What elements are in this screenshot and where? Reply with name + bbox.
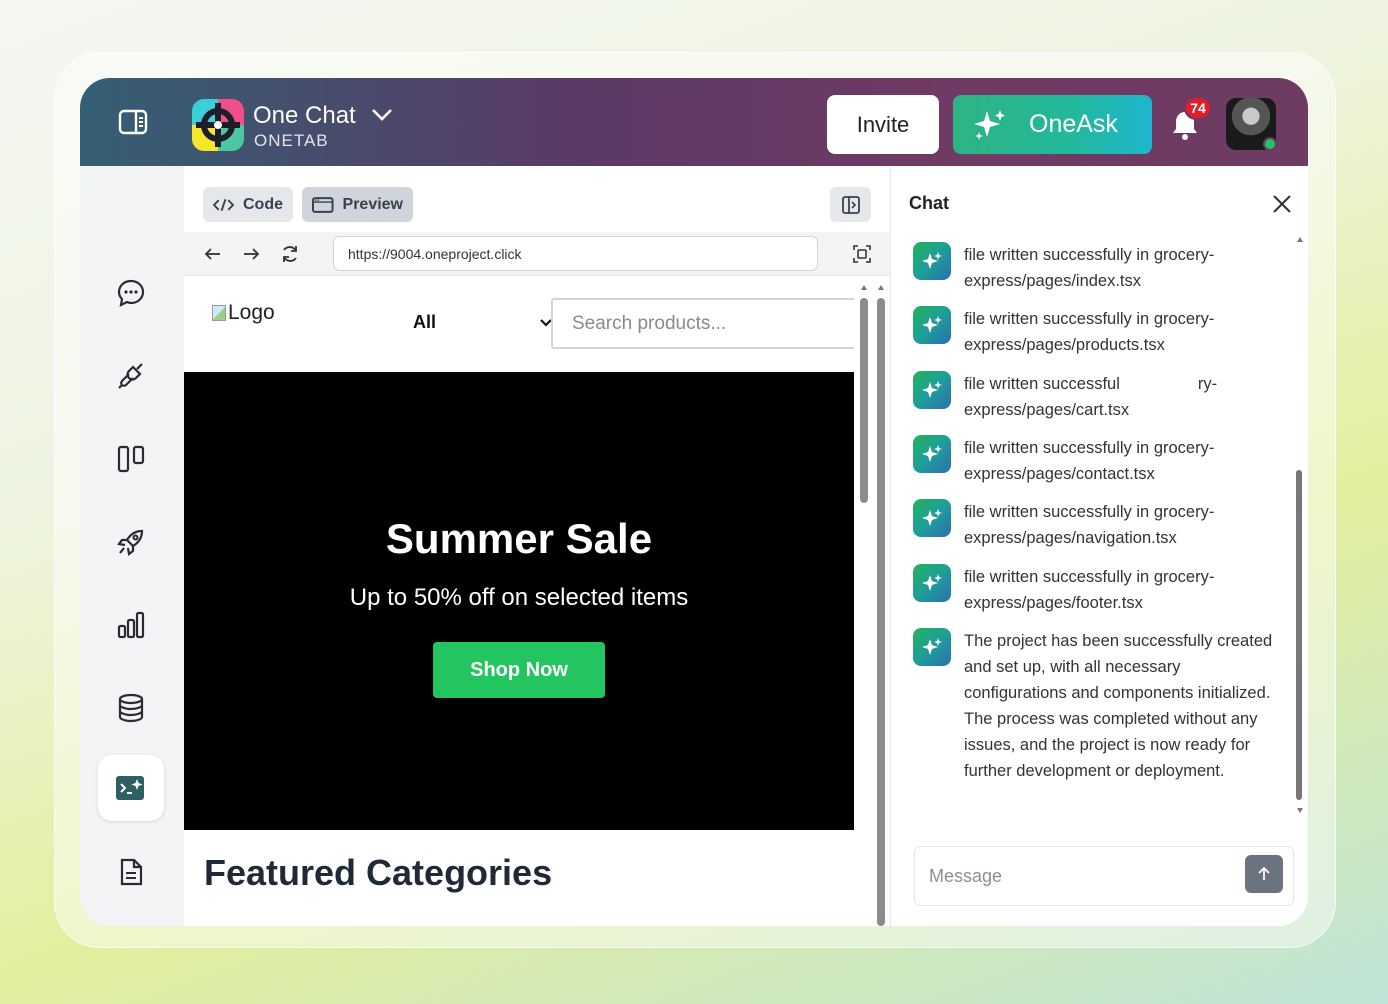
onetab-logo [192,99,244,151]
browser-bar: https://9004.oneproject.click [184,232,890,276]
chat-message: file written successfully in grocery-exp… [913,564,1283,616]
sidebar-item-chat[interactable] [98,260,164,326]
url-input[interactable]: https://9004.oneproject.click [333,236,818,271]
bar-chart-icon [117,611,145,639]
chat-message-text: file written successfully in grocery-exp… [964,310,1215,354]
chat-message-text: file written successfully in grocery-exp… [964,439,1215,483]
sparkle-icon [974,109,1005,140]
chat-message-list: file written successfully in grocery-exp… [891,230,1296,820]
chat-panel: Chat file written successfully in grocer… [891,166,1308,926]
category-select-value: All [413,312,437,332]
tab-preview-label: Preview [342,195,403,213]
sidebar [80,166,183,926]
capture-icon[interactable] [852,244,872,264]
chat-scrollbar[interactable] [1293,230,1307,820]
preview-inner-scrollbar[interactable] [857,276,871,926]
ai-sparkle-icon [913,628,951,666]
chat-message-text: The project has been successfully create… [964,632,1273,780]
hero-title: Summer Sale [385,515,653,562]
panel-toggle-icon[interactable] [118,108,152,138]
code-sparkle-icon [116,776,144,800]
invite-button[interactable]: Invite [827,95,939,154]
chat-message-text: file written successfully in grocery-exp… [964,568,1215,612]
oneask-label: OneAsk [1029,110,1118,138]
tab-code[interactable]: Code [203,187,293,222]
sidebar-item-launch[interactable] [98,509,164,575]
notification-badge: 74 [1184,96,1212,120]
back-arrow-icon[interactable] [203,244,223,264]
chevron-down-icon[interactable] [370,105,394,125]
site-preview: Logo All Search products... Summer Sale … [184,276,854,926]
chat-message-text: file written successfully in grocery-exp… [964,503,1215,547]
close-icon[interactable] [1271,193,1293,215]
ai-sparkle-icon [913,306,951,344]
message-input[interactable]: Message [914,846,1294,906]
tab-code-label: Code [243,195,283,213]
category-select[interactable]: All [413,312,553,333]
hero-banner: Summer Sale Up to 50% off on selected it… [184,372,854,830]
send-button[interactable] [1245,855,1283,893]
rocket-icon [117,529,144,556]
chat-message: file written successfully in grocery-exp… [913,435,1283,487]
ai-sparkle-icon [913,435,951,473]
refresh-icon[interactable] [280,244,300,264]
preview-panel: Code Preview https://9004.oneproject.cli… [184,166,890,926]
tab-preview[interactable]: Preview [302,187,413,222]
chat-message: The project has been successfully create… [913,628,1283,784]
preview-outer-scrollbar[interactable] [874,276,888,926]
top-bar: One Chat ONETAB Invite OneAsk 74 [80,78,1308,166]
ai-sparkle-icon [913,242,951,280]
ai-sparkle-icon [913,371,951,409]
site-logo[interactable]: Logo [212,301,275,325]
chat-message: file written successfully in grocery-exp… [913,242,1283,294]
oneask-button[interactable]: OneAsk [953,95,1152,154]
site-logo-alt: Logo [228,301,275,324]
online-status-dot [1263,137,1277,151]
browser-window-icon [312,196,334,213]
hero-subtitle: Up to 50% off on selected items [349,584,689,611]
sidebar-item-analytics[interactable] [98,592,164,658]
sidebar-item-code-builder[interactable] [98,755,164,821]
featured-categories-heading: Featured Categories [204,852,553,893]
chat-message: file written successfully in grocery-exp… [913,306,1283,358]
app-window: One Chat ONETAB Invite OneAsk 74 Code Pr… [80,78,1308,926]
sidebar-expand-icon [841,195,860,214]
sidebar-item-documents[interactable] [98,839,164,905]
code-icon [213,198,234,211]
chat-message-text: file written successfully in grocery-exp… [964,246,1215,290]
editor-toolbar: Code Preview [184,166,890,232]
arrow-up-icon [1258,866,1270,880]
chat-bubble-icon [117,279,145,307]
chat-message: file written successful ry-express/pages… [913,371,1283,423]
chat-title: Chat [909,193,949,213]
sidebar-item-boards[interactable] [98,426,164,492]
sidebar-item-integrations[interactable] [98,343,164,409]
database-icon [118,693,144,723]
sidebar-item-settings[interactable] [98,913,164,926]
forward-arrow-icon[interactable] [241,244,261,264]
workspace-subtitle: ONETAB [254,131,329,150]
sidebar-item-database[interactable] [98,675,164,741]
columns-icon [117,445,145,473]
plug-icon [118,363,143,389]
chat-message: file written successfully in grocery-exp… [913,499,1283,551]
ai-sparkle-icon [913,564,951,602]
expand-panel-button[interactable] [830,187,871,222]
chat-message-text: file written successful ry-express/pages… [964,375,1218,419]
broken-image-icon [212,305,226,321]
product-search-input[interactable]: Search products... [551,298,854,349]
document-icon [120,858,143,886]
workspace-name[interactable]: One Chat [253,102,356,130]
ai-sparkle-icon [913,499,951,537]
shop-now-button[interactable]: Shop Now [433,642,605,698]
